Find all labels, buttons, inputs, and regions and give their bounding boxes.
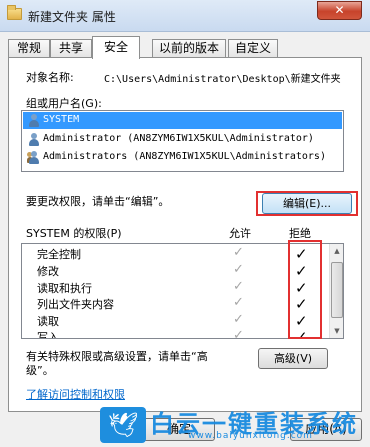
permission-row: 读取和执行 ✓ ✓: [23, 279, 328, 297]
change-permissions-hint: 要更改权限，请单击“编辑”。: [26, 195, 170, 208]
permission-name: 读取和执行: [37, 282, 92, 295]
permission-row: 读取 ✓ ✓: [23, 312, 328, 330]
allow-checkbox[interactable]: ✓: [233, 262, 245, 277]
allow-header: 允许: [229, 227, 251, 240]
permissions-scrollbar[interactable]: ▲ ▼: [329, 244, 343, 338]
group-item-system[interactable]: SYSTEM: [23, 112, 342, 129]
object-name-label: 对象名称:: [26, 71, 74, 84]
advanced-hint-line2: 级”。: [26, 364, 54, 377]
window-title: 新建文件夹 属性: [28, 10, 116, 24]
title-bar: 新建文件夹 属性 ✕: [0, 0, 370, 32]
scroll-thumb[interactable]: [331, 262, 343, 318]
permission-name: 完全控制: [37, 248, 81, 261]
permission-row: 写入 ✓ ✓: [23, 328, 328, 339]
folder-icon: [7, 5, 22, 20]
close-button[interactable]: ✕: [317, 1, 362, 20]
allow-checkbox[interactable]: ✓: [233, 295, 245, 310]
object-name-value: C:\Users\Administrator\Desktop\新建文件夹: [104, 74, 341, 85]
allow-checkbox[interactable]: ✓: [233, 312, 245, 327]
group-name: Administrators (AN8ZYM6IW1X5KUL\Administ…: [43, 151, 326, 162]
allow-checkbox[interactable]: ✓: [233, 328, 245, 338]
advanced-button[interactable]: 高级(V): [258, 348, 328, 369]
tab-sharing[interactable]: 共享: [50, 39, 92, 58]
permission-name: 读取: [37, 315, 59, 328]
scroll-down-icon[interactable]: ▼: [330, 324, 343, 338]
permission-name: 列出文件夹内容: [37, 298, 114, 311]
scroll-up-icon[interactable]: ▲: [330, 244, 343, 258]
tab-general[interactable]: 常规: [8, 39, 50, 58]
watermark-url: www.baiyunxitong.com: [188, 431, 313, 441]
edit-highlight-box: [256, 191, 358, 216]
permission-row: 完全控制 ✓ ✓: [23, 245, 328, 263]
permissions-label: SYSTEM 的权限(P): [26, 227, 122, 240]
permission-name: 写入: [37, 331, 59, 339]
bird-logo-icon: 🕊: [100, 407, 146, 443]
permission-name: 修改: [37, 265, 59, 278]
users-group-icon: [27, 151, 41, 164]
allow-checkbox[interactable]: ✓: [233, 279, 245, 294]
allow-checkbox[interactable]: ✓: [233, 245, 245, 260]
group-name: SYSTEM: [43, 114, 80, 125]
user-icon: [27, 133, 41, 146]
group-item-administrators[interactable]: Administrators (AN8ZYM6IW1X5KUL\Administ…: [23, 149, 342, 166]
groups-list[interactable]: SYSTEM Administrator (AN8ZYM6IW1X5KUL\Ad…: [21, 110, 344, 172]
permission-row: 列出文件夹内容 ✓ ✓: [23, 295, 328, 313]
tab-customize[interactable]: 自定义: [228, 39, 278, 58]
group-item-administrator[interactable]: Administrator (AN8ZYM6IW1X5KUL\Administr…: [23, 131, 342, 148]
deny-highlight-box: [288, 240, 322, 339]
groups-label: 组或用户名(G):: [26, 97, 102, 110]
user-icon: [27, 114, 41, 127]
permission-row: 修改 ✓ ✓: [23, 262, 328, 280]
tab-previous-versions[interactable]: 以前的版本: [152, 39, 226, 58]
group-name: Administrator (AN8ZYM6IW1X5KUL\Administr…: [43, 133, 314, 144]
access-control-help-link[interactable]: 了解访问控制和权限: [26, 386, 125, 402]
deny-header: 拒绝: [289, 227, 311, 240]
tab-security[interactable]: 安全: [92, 36, 140, 59]
